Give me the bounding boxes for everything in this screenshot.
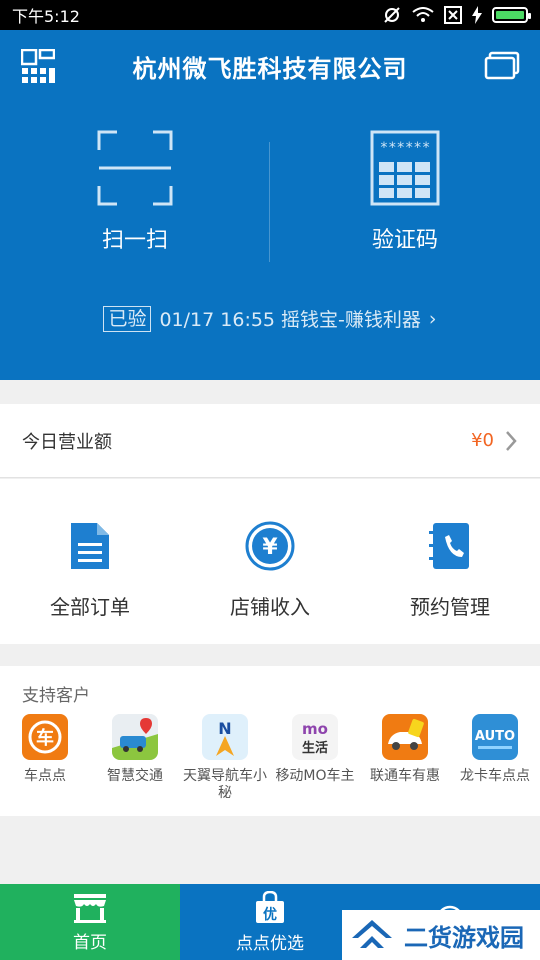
verification-code-button[interactable]: ****** 验证码 — [270, 130, 540, 270]
svg-text:N: N — [218, 719, 231, 738]
client-logo — [112, 714, 158, 760]
revenue-right: ¥0 — [471, 430, 518, 452]
charging-icon — [472, 6, 482, 24]
all-orders-label: 全部订单 — [50, 595, 130, 619]
battery-level — [496, 11, 524, 19]
client-item[interactable]: N 天翼导航车小秘 — [180, 714, 270, 802]
client-logo — [382, 714, 428, 760]
svg-text:¥: ¥ — [262, 535, 278, 560]
client-logo: AUTO — [472, 714, 518, 760]
client-item[interactable]: 车 车点点 — [0, 714, 90, 802]
svg-text:车: 车 — [36, 727, 54, 749]
status-time: 下午5:12 — [12, 7, 80, 26]
client-name: 龙卡车点点 — [460, 768, 530, 784]
store-income-label: 店铺收入 — [230, 595, 310, 619]
verified-text: 01/17 16:55 摇钱宝-赚钱利器 — [159, 309, 421, 331]
client-item[interactable]: mo 生活 移动MO车主 — [270, 714, 360, 802]
client-item[interactable]: AUTO 龙卡车点点 — [450, 714, 540, 802]
client-logo: mo 生活 — [292, 714, 338, 760]
client-name: 移动MO车主 — [275, 768, 355, 784]
supported-clients: 支持客户 车 车点点 智慧交通 N 天翼导航车小秘 mo 生活 移动MO车主 联… — [0, 666, 540, 816]
verified-badge: 已验 — [103, 305, 152, 332]
watermark-text: 二货游戏园 — [404, 923, 524, 952]
svg-text:mo: mo — [302, 720, 328, 738]
client-item[interactable]: 联通车有惠 — [360, 714, 450, 802]
header: 杭州微飞胜科技有限公司 扫一扫 ****** 验证码 已验 01/17 16:5… — [0, 30, 540, 380]
keypad-icon: ****** — [370, 130, 440, 206]
scan-icon — [97, 130, 173, 206]
phone-book-icon — [429, 523, 469, 569]
wifi-icon — [412, 7, 434, 22]
status-bar: 下午5:12 — [0, 0, 540, 30]
booking-management-label: 预约管理 — [410, 595, 490, 619]
divider — [269, 142, 270, 262]
svg-text:优: 优 — [263, 906, 277, 923]
watermark-logo-icon — [352, 920, 392, 948]
all-orders-button[interactable]: 全部订单 — [0, 479, 180, 644]
function-grid: 全部订单 ¥ 店铺收入 预约管理 — [0, 479, 540, 644]
page-title: 杭州微飞胜科技有限公司 — [132, 54, 408, 83]
watermark: 二货游戏园 — [342, 910, 540, 960]
storefront-icon — [74, 893, 106, 923]
shopping-bag-icon: 优 — [256, 890, 284, 923]
svg-text:生活: 生活 — [302, 740, 328, 756]
nav-home-label: 首页 — [73, 932, 107, 953]
client-name: 联通车有惠 — [370, 768, 440, 784]
yen-coin-icon: ¥ — [245, 521, 295, 571]
revenue-value: ¥0 — [471, 430, 494, 451]
nav-select[interactable]: 优 点点优选 — [180, 884, 360, 960]
client-row: 车 车点点 智慧交通 N 天翼导航车小秘 mo 生活 移动MO车主 联通车有惠 … — [0, 714, 540, 802]
status-icons — [382, 6, 531, 24]
battery-icon — [492, 7, 531, 23]
header-top: 杭州微飞胜科技有限公司 — [0, 30, 540, 102]
booking-management-button[interactable]: 预约管理 — [360, 479, 540, 644]
revenue-label: 今日营业额 — [22, 431, 112, 453]
action-row: 扫一扫 ****** 验证码 — [0, 130, 540, 270]
scan-button[interactable]: 扫一扫 — [0, 130, 270, 270]
no-sim-icon — [444, 6, 462, 24]
store-income-button[interactable]: ¥ 店铺收入 — [180, 479, 360, 644]
client-item[interactable]: 智慧交通 — [90, 714, 180, 802]
client-name: 智慧交通 — [107, 768, 163, 784]
clients-title: 支持客户 — [22, 686, 90, 706]
nav-home[interactable]: 首页 — [0, 884, 180, 960]
chevron-right-icon — [506, 430, 517, 451]
chevron-right-icon: › — [428, 307, 437, 330]
code-mask: ****** — [380, 140, 431, 156]
mute-alarm-icon — [384, 7, 400, 23]
client-logo: 车 — [22, 714, 68, 760]
today-revenue-row[interactable]: 今日营业额 ¥0 — [0, 404, 540, 478]
client-name: 天翼导航车小秘 — [183, 768, 267, 801]
last-verified-row[interactable]: 已验 01/17 16:55 摇钱宝-赚钱利器 › — [0, 305, 540, 332]
client-logo: N — [202, 714, 248, 760]
client-name: 车点点 — [24, 768, 66, 784]
cards-icon[interactable] — [484, 48, 520, 84]
store-qr-icon[interactable] — [20, 48, 56, 84]
svg-text:AUTO: AUTO — [475, 729, 515, 744]
nav-select-label: 点点优选 — [236, 933, 304, 954]
scan-label: 扫一扫 — [101, 228, 168, 253]
document-icon — [71, 523, 109, 569]
code-label: 验证码 — [371, 228, 438, 253]
